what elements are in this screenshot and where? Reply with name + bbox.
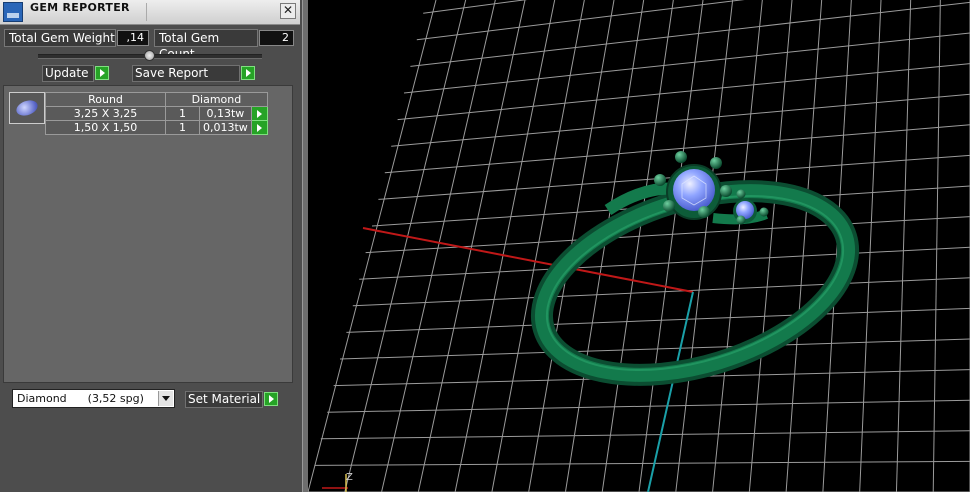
grid-line [785,0,823,492]
gem-size-cell: 1,50 X 1,50 [45,120,166,135]
grid-line [391,93,970,147]
material-select[interactable]: Diamond (3,52 spg) [12,389,175,408]
save-report-button[interactable]: Save Report [132,65,240,82]
update-button-label: Update [45,66,89,80]
grid-line [346,307,970,333]
gem-qty-cell: 1 [165,120,200,135]
grid-line [352,277,970,307]
title-separator [146,3,147,21]
grid-line [327,399,970,413]
grid-line [384,124,970,174]
reference-grid [308,0,970,492]
gem-thumbnail-icon[interactable] [9,92,45,124]
3d-viewport[interactable]: Z [308,0,970,492]
close-icon[interactable]: ✕ [280,3,296,19]
total-gem-weight-value: ,14 [117,30,149,46]
viewport-canvas: Z [308,0,970,492]
grid-line [359,246,970,280]
grid-line [308,0,437,492]
grid-line [417,0,526,492]
grid-line [932,0,941,492]
grid-line [748,0,793,492]
grid-line [344,0,467,492]
grid-line [601,0,674,492]
ring-model[interactable] [520,151,871,409]
dropdown-arrow-icon[interactable] [158,391,173,406]
save-report-button-label: Save Report [135,66,209,80]
axis-gizmo: Z [322,472,353,492]
gem-weight-cell: 0,013tw [199,120,252,135]
header-type: Diamond [165,92,268,107]
grid-line [675,0,734,492]
grid-line [712,0,763,492]
update-go-icon[interactable] [95,66,109,80]
total-gem-weight-label: Total Gem Weight [4,29,116,47]
grid-line [365,216,970,254]
grid-line [895,0,912,492]
x-axis-line [362,227,694,293]
set-material-button-label: Set Material [188,392,261,406]
grid-line [320,430,970,440]
gem-reporter-panel: GEM REPORTER ✕ Total Gem Weight ,14 Tota… [0,0,302,492]
table-row[interactable]: 3,25 X 3,25 1 0,13tw [45,106,268,121]
grid-line [397,63,970,121]
gem-table-header: Round Diamond [45,92,268,107]
total-gem-count-label: Total Gem Count [154,29,258,61]
total-gem-count-value: 2 [259,30,294,46]
gem-qty-cell: 1 [165,106,200,121]
gem-reporter-app-icon [3,2,23,22]
grid-line [339,338,970,360]
play-arrow-icon[interactable] [250,106,268,121]
window-title: GEM REPORTER [30,1,130,14]
header-shape: Round [45,92,166,107]
z-axis-line [647,291,694,492]
set-material-go-icon[interactable] [264,392,278,406]
save-report-go-icon[interactable] [241,66,255,80]
update-button[interactable]: Update [42,65,94,82]
table-row[interactable]: 1,50 X 1,50 1 0,013tw [45,120,268,135]
grid-line [423,0,528,14]
set-material-button[interactable]: Set Material [185,391,263,408]
play-arrow-icon[interactable] [250,120,268,135]
title-bar: GEM REPORTER ✕ [0,0,300,25]
gem-weight-cell: 0,13tw [199,106,252,121]
grid-line [410,1,970,67]
grid-line [403,32,970,94]
z-axis-label: Z [346,472,353,483]
gem-table: Round Diamond 3,25 X 3,25 1 0,13tw 1,50 … [45,92,268,135]
size-slider-knob[interactable] [144,50,155,61]
material-select-value: Diamond (3,52 spg) [17,392,144,405]
gem-size-cell: 3,25 X 3,25 [45,106,166,121]
grid-line [638,0,704,492]
